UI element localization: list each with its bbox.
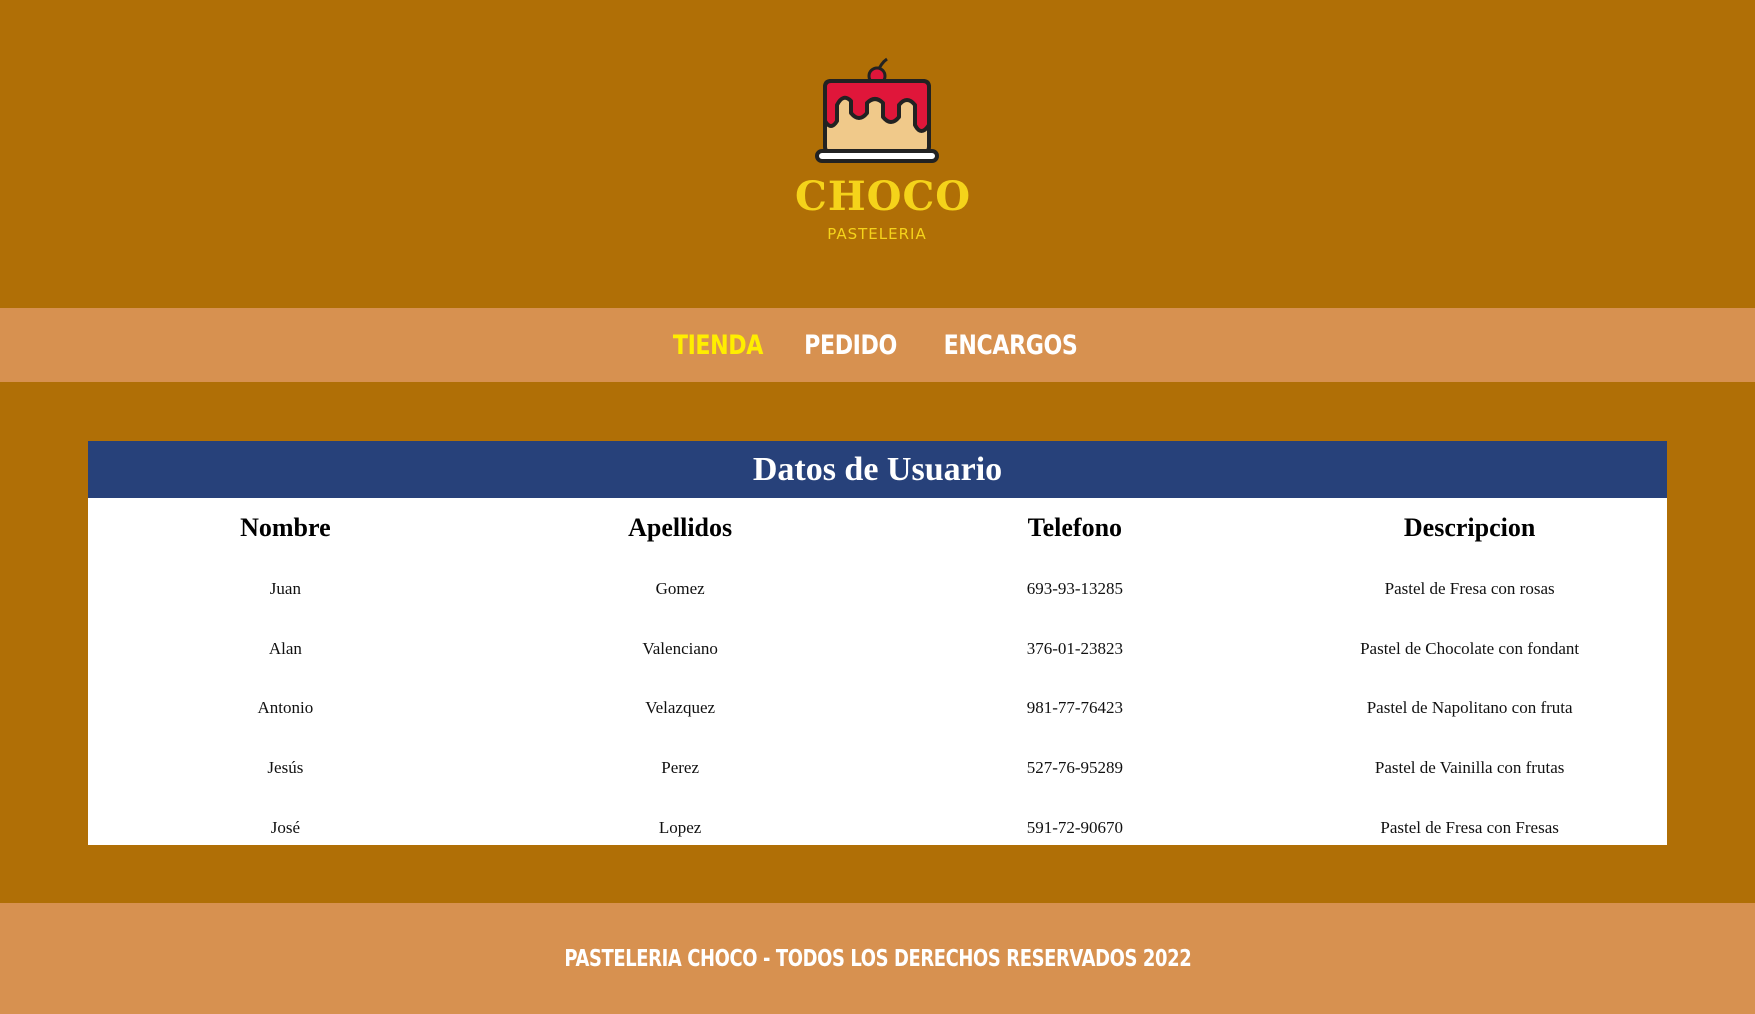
cell-descripcion: Pastel de Fresa con Fresas: [1380, 817, 1559, 837]
brand-name: CHOCO: [795, 173, 972, 220]
cell-descripcion: Pastel de Fresa con rosas: [1384, 578, 1555, 598]
nav-item-tienda[interactable]: TIENDA: [672, 330, 762, 361]
brand-logo[interactable]: CHOCO PASTELERIA: [795, 55, 972, 255]
nav-item-pedido[interactable]: PEDIDO: [804, 330, 897, 361]
cell-telefono: 591-72-90670: [1026, 817, 1124, 837]
site-header: CHOCO PASTELERIA: [0, 0, 1755, 308]
user-data-table: Datos de Usuario Nombre Apellidos Telefo…: [88, 441, 1667, 845]
cell-nombre: Jesús: [267, 757, 304, 777]
table-header-row: Nombre Apellidos Telefono Descripcion: [88, 498, 1667, 559]
cell-descripcion: Pastel de Chocolate con fondant: [1360, 638, 1580, 658]
table-title: Datos de Usuario: [88, 441, 1667, 498]
brand-subtitle: PASTELERIA: [827, 225, 927, 243]
cell-apellidos: Velazquez: [645, 698, 716, 718]
cell-telefono: 376-01-23823: [1026, 638, 1124, 658]
table-row: Jesús Perez 527-76-95289 Pastel de Vaini…: [88, 738, 1667, 798]
users-table: Nombre Apellidos Telefono Descripcion Ju…: [88, 498, 1667, 857]
cell-nombre: Antonio: [257, 698, 314, 718]
cell-telefono: 981-77-76423: [1026, 698, 1124, 718]
site-footer: PASTELERIA CHOCO - TODOS LOS DERECHOS RE…: [0, 903, 1755, 1014]
cell-nombre: Alan: [268, 638, 302, 658]
main-nav: TIENDA PEDIDO ENCARGOS: [0, 308, 1755, 382]
table-row: Alan Valenciano 376-01-23823 Pastel de C…: [88, 619, 1667, 679]
column-header-descripcion: Descripcion: [1403, 513, 1536, 542]
column-header-apellidos: Apellidos: [628, 513, 733, 542]
table-row: José Lopez 591-72-90670 Pastel de Fresa …: [88, 798, 1667, 858]
cell-descripcion: Pastel de Vainilla con frutas: [1374, 757, 1565, 777]
table-row: Juan Gomez 693-93-13285 Pastel de Fresa …: [88, 559, 1667, 619]
cell-apellidos: Valenciano: [642, 638, 718, 658]
cell-nombre: José: [270, 817, 301, 837]
cell-apellidos: Gomez: [655, 578, 705, 598]
nav-item-encargos[interactable]: ENCARGOS: [944, 330, 1078, 361]
table-row: Antonio Velazquez 981-77-76423 Pastel de…: [88, 678, 1667, 738]
cake-icon: [815, 57, 939, 163]
cell-apellidos: Perez: [661, 757, 699, 777]
column-header-nombre: Nombre: [240, 513, 331, 542]
footer-text: PASTELERIA CHOCO - TODOS LOS DERECHOS RE…: [564, 945, 1191, 972]
column-header-telefono: Telefono: [1027, 513, 1123, 542]
cell-nombre: Juan: [269, 578, 301, 598]
cell-apellidos: Lopez: [658, 817, 702, 837]
cell-telefono: 527-76-95289: [1026, 757, 1124, 777]
cell-telefono: 693-93-13285: [1026, 578, 1124, 598]
cell-descripcion: Pastel de Napolitano con fruta: [1366, 698, 1573, 718]
